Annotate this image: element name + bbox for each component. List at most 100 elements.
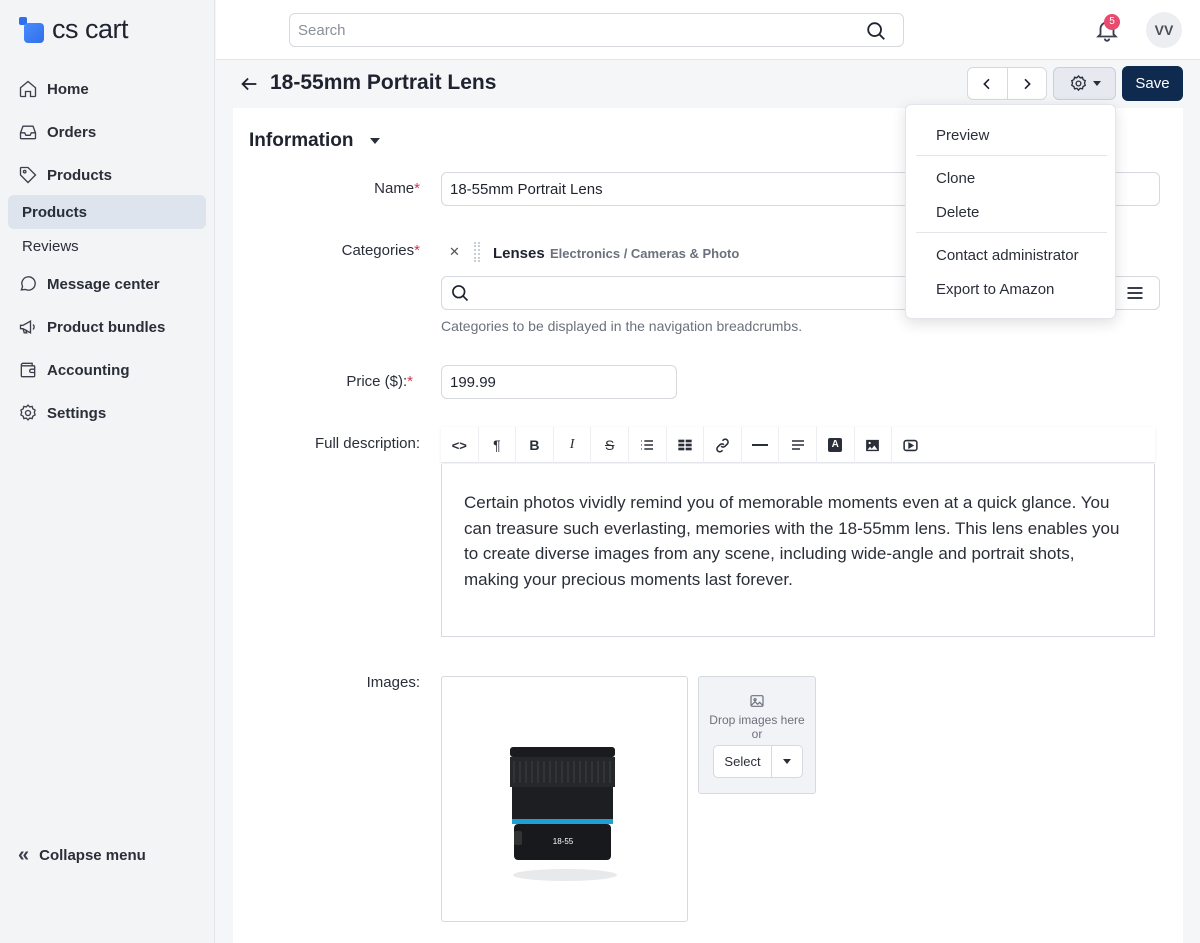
search-box: [289, 13, 904, 47]
table-button[interactable]: [667, 427, 705, 463]
save-button[interactable]: Save: [1122, 66, 1183, 101]
gear-icon: [20, 404, 36, 421]
logo[interactable]: cs cart: [18, 14, 129, 45]
prev-next-group: [967, 67, 1047, 100]
price-field[interactable]: 199.99: [441, 365, 677, 399]
categories-label: Categories*: [341, 242, 420, 259]
product-image-thumbnail[interactable]: 18-55: [441, 676, 688, 922]
font-color-icon: A: [828, 438, 843, 452]
price-label: Price ($):*: [346, 373, 413, 390]
select-dropdown-toggle[interactable]: [772, 746, 802, 777]
horizontal-rule-button[interactable]: [742, 427, 780, 463]
image-drop-zone[interactable]: Drop images here or Select: [698, 676, 816, 794]
sidebar-item-home[interactable]: Home: [8, 72, 206, 106]
search-icon[interactable]: [865, 20, 887, 42]
select-label: Select: [714, 746, 772, 777]
category-list-button[interactable]: [1110, 277, 1159, 309]
double-chevron-left-icon: «: [18, 844, 30, 866]
sidebar-subitem-products[interactable]: Products: [8, 195, 206, 229]
strikethrough-icon: S: [605, 437, 615, 453]
wallet-icon: [20, 362, 36, 378]
home-icon: [19, 80, 37, 98]
gear-icon: [1070, 74, 1086, 92]
strikethrough-button[interactable]: S: [591, 427, 629, 463]
drag-handle-icon[interactable]: [474, 242, 480, 262]
drop-images-text: Drop images here or: [709, 713, 805, 741]
horizontal-rule-icon: [752, 444, 769, 446]
name-label: Name*: [374, 180, 420, 197]
code-icon: <>: [451, 437, 467, 453]
avatar[interactable]: VV: [1146, 12, 1182, 48]
back-arrow-icon[interactable]: [238, 73, 260, 95]
sidebar-item-products[interactable]: Products: [8, 158, 206, 192]
align-button[interactable]: [779, 427, 817, 463]
camera-lens-image: 18-55: [510, 747, 617, 881]
paragraph-button[interactable]: ¶: [479, 427, 517, 463]
sidebar: cs cart Home Orders Products Products Re…: [0, 0, 215, 943]
bold-button[interactable]: B: [516, 427, 554, 463]
editor-toolbar: <> ¶ B I S A: [441, 427, 1155, 463]
logo-icon: [18, 15, 48, 45]
list-icon: [641, 440, 654, 450]
topbar: 5 VV: [216, 0, 1200, 60]
insert-image-button[interactable]: [855, 427, 893, 463]
bold-icon: B: [529, 437, 540, 453]
settings-dropdown-button[interactable]: [1053, 67, 1116, 100]
collapse-menu-label: Collapse menu: [39, 847, 146, 864]
collapse-menu-button[interactable]: « Collapse menu: [18, 844, 146, 867]
required-marker: *: [407, 373, 413, 390]
link-button[interactable]: [704, 427, 742, 463]
table-icon: [678, 439, 692, 451]
paragraph-icon: ¶: [493, 437, 501, 453]
link-icon: [716, 437, 729, 453]
section-title[interactable]: Information: [249, 130, 354, 152]
insert-video-button[interactable]: [892, 427, 930, 463]
menu-divider: [916, 155, 1107, 156]
search-icon: [452, 285, 469, 302]
sidebar-item-label: Settings: [47, 404, 107, 422]
menu-item-delete[interactable]: Delete: [936, 204, 979, 221]
caret-down-icon: [783, 759, 791, 764]
category-path: Electronics / Cameras & Photo: [550, 246, 740, 261]
align-left-icon: [791, 440, 804, 450]
category-name: Lenses: [493, 245, 545, 262]
sidebar-item-label: Home: [47, 80, 89, 98]
menu-item-export-to-amazon[interactable]: Export to Amazon: [936, 281, 1054, 298]
megaphone-icon: [19, 320, 35, 334]
sidebar-nav: Home Orders Products Products Reviews Me…: [8, 72, 206, 439]
sidebar-item-orders[interactable]: Orders: [8, 115, 206, 149]
image-icon: [750, 695, 764, 707]
sidebar-item-settings[interactable]: Settings: [8, 396, 206, 430]
required-marker: *: [414, 180, 420, 197]
sidebar-item-message-center[interactable]: Message center: [8, 267, 206, 301]
previous-button[interactable]: [968, 68, 1007, 99]
menu-item-clone[interactable]: Clone: [936, 170, 975, 187]
products-submenu: Products Reviews: [8, 195, 206, 263]
sidebar-item-label: Message center: [47, 275, 160, 293]
bulleted-list-button[interactable]: [629, 427, 667, 463]
remove-category-icon[interactable]: ✕: [449, 244, 460, 260]
video-icon: [903, 439, 919, 451]
sidebar-item-product-bundles[interactable]: Product bundles: [8, 310, 206, 344]
sidebar-item-label: Products: [47, 166, 113, 184]
chat-icon: [20, 276, 36, 291]
italic-button[interactable]: I: [554, 427, 592, 463]
font-color-button[interactable]: A: [817, 427, 855, 463]
select-image-button[interactable]: Select: [713, 745, 803, 778]
chevron-right-icon: [1024, 78, 1031, 89]
description-label: Full description:: [314, 435, 420, 452]
notification-badge: 5: [1104, 14, 1120, 30]
search-input[interactable]: [290, 14, 850, 46]
menu-item-contact-administrator[interactable]: Contact administrator: [936, 247, 1079, 264]
caret-down-icon[interactable]: [370, 138, 380, 144]
menu-item-preview[interactable]: Preview: [936, 127, 989, 144]
image-icon: [866, 439, 880, 451]
next-button[interactable]: [1006, 68, 1046, 99]
logo-text: cs cart: [52, 14, 129, 44]
images-label: Images:: [366, 674, 420, 691]
sidebar-item-accounting[interactable]: Accounting: [8, 353, 206, 387]
sidebar-item-label: Product bundles: [47, 318, 166, 336]
description-editor[interactable]: Certain photos vividly remind you of mem…: [441, 464, 1155, 637]
code-view-button[interactable]: <>: [441, 427, 479, 463]
sidebar-subitem-reviews[interactable]: Reviews: [8, 229, 206, 263]
